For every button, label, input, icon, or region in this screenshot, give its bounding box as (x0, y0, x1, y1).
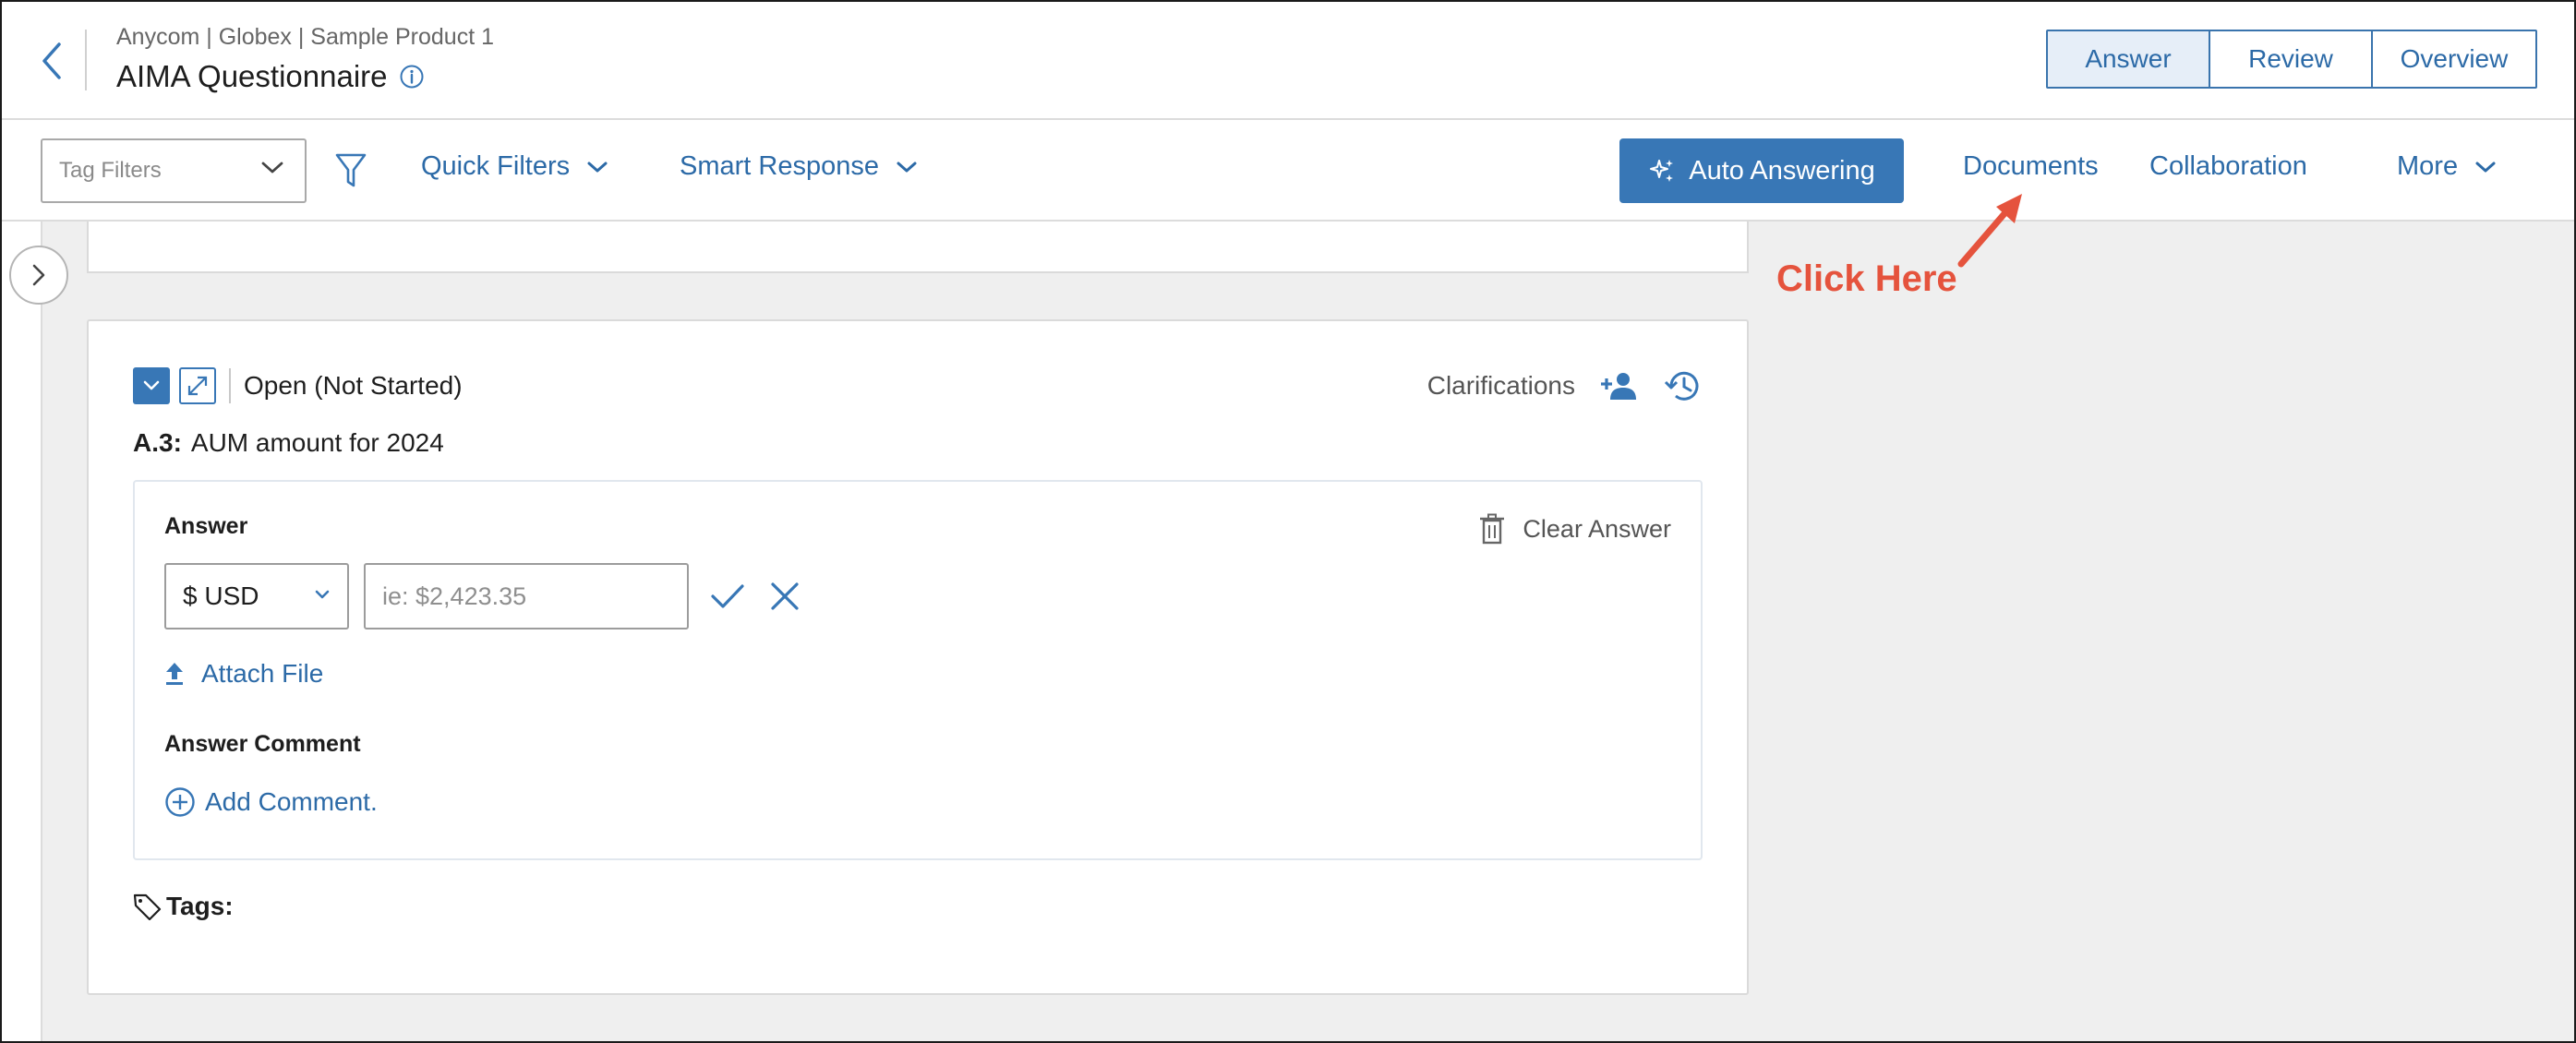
click-here-annotation: Click Here (1776, 258, 1957, 299)
add-user-icon[interactable] (1599, 370, 1640, 402)
expand-fullscreen-button[interactable] (179, 367, 216, 404)
answer-label: Answer (164, 513, 248, 539)
status-text: Open (Not Started) (244, 371, 463, 400)
more-dropdown[interactable]: More (2397, 151, 2497, 182)
amount-input[interactable] (364, 563, 689, 629)
attach-file-label: Attach File (201, 659, 324, 688)
add-comment-button[interactable]: Add Comment. (164, 786, 378, 818)
left-rail (2, 222, 42, 1041)
collapse-button[interactable] (133, 367, 170, 404)
quick-filters-dropdown[interactable]: Quick Filters (421, 151, 608, 182)
tags-label: Tags: (166, 892, 234, 920)
header: Anycom | Globex | Sample Product 1 AIMA … (2, 2, 2574, 120)
plus-circle-icon (165, 787, 195, 817)
toolbar: Tag Filters Quick Filters Smart Response… (2, 120, 2574, 222)
chevron-left-icon (42, 42, 61, 79)
history-icon[interactable] (1664, 367, 1703, 404)
tag-filters-placeholder: Tag Filters (59, 158, 162, 183)
currency-value: $ USD (183, 581, 259, 610)
attach-file-button[interactable]: Attach File (164, 659, 323, 689)
smart-response-dropdown[interactable]: Smart Response (680, 151, 918, 182)
info-icon[interactable] (399, 64, 425, 90)
filter-funnel-icon[interactable] (334, 151, 367, 190)
auto-answering-button[interactable]: Auto Answering (1619, 138, 1904, 203)
chevron-down-icon (2475, 162, 2496, 172)
breadcrumb: Anycom | Globex | Sample Product 1 (116, 24, 495, 50)
tab-review[interactable]: Review (2210, 31, 2373, 87)
answer-comment-label: Answer Comment (164, 731, 361, 757)
expand-arrows-icon (187, 376, 208, 396)
chevron-down-icon (261, 162, 283, 174)
question-text: A.3: AUM amount for 2024 (133, 428, 444, 458)
chevron-down-icon (587, 162, 608, 172)
close-icon[interactable] (768, 580, 801, 613)
currency-select[interactable]: $ USD (164, 563, 349, 629)
tab-overview[interactable]: Overview (2373, 31, 2535, 87)
previous-question-card (87, 222, 1749, 273)
chevron-right-icon (32, 264, 45, 286)
sparkle-icon (1650, 160, 1674, 182)
app-window: Anycom | Globex | Sample Product 1 AIMA … (0, 0, 2576, 1043)
quick-filters-label: Quick Filters (421, 151, 571, 181)
more-label: More (2397, 151, 2459, 181)
documents-link[interactable]: Documents (1963, 151, 2099, 182)
clear-answer-button[interactable]: Clear Answer (1478, 513, 1671, 545)
clarifications-link[interactable]: Clarifications (1427, 371, 1575, 401)
page-title: AIMA Questionnaire (116, 59, 425, 94)
status-row: Open (Not Started) (133, 367, 463, 404)
annotation-arrow-icon (1957, 194, 2022, 268)
tag-filters-select[interactable]: Tag Filters (41, 138, 307, 203)
chevron-down-icon (315, 590, 330, 599)
status-divider (229, 368, 231, 403)
tab-answer[interactable]: Answer (2048, 31, 2210, 87)
tag-icon (133, 893, 162, 920)
check-icon[interactable] (709, 580, 746, 613)
chevron-down-icon (897, 162, 917, 172)
tags-row: Tags: (133, 892, 234, 921)
trash-icon (1480, 513, 1505, 545)
question-card: Open (Not Started) Clarifications A.3: AU… (87, 319, 1749, 995)
auto-answering-label: Auto Answering (1689, 155, 1875, 186)
question-body: AUM amount for 2024 (190, 428, 444, 457)
clarifications-row: Clarifications (1427, 367, 1703, 404)
smart-response-label: Smart Response (680, 151, 879, 181)
header-divider (85, 30, 87, 90)
expand-sidebar-button[interactable] (9, 246, 68, 305)
chevron-down-icon (143, 380, 160, 390)
add-comment-label: Add Comment. (205, 787, 378, 816)
page-title-text: AIMA Questionnaire (116, 59, 388, 93)
question-id: A.3: (133, 428, 182, 457)
back-button[interactable] (33, 35, 70, 87)
view-tabs: Answer Review Overview (2046, 30, 2537, 89)
upload-icon (166, 663, 183, 685)
clear-answer-label: Clear Answer (1523, 514, 1671, 543)
answer-box: Answer Clear Answer $ USD ie: $2,423.35 … (133, 480, 1703, 860)
collaboration-link[interactable]: Collaboration (2149, 151, 2307, 182)
